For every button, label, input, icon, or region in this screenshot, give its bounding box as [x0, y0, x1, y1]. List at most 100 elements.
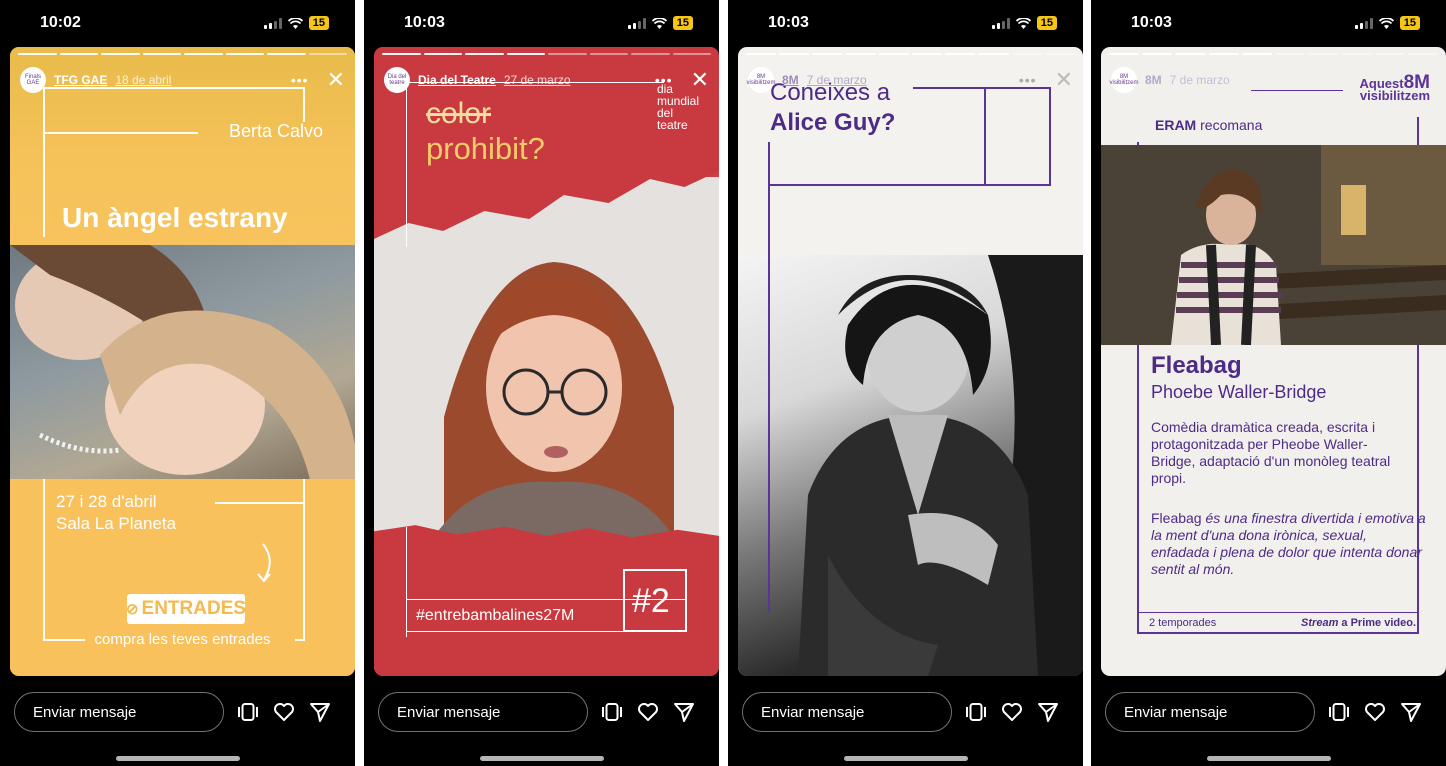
story-screen-3: 10:03 15 8M visibilitzem 8M 7 de marzo •… [728, 0, 1083, 766]
heart-icon[interactable] [272, 700, 296, 724]
heart-icon[interactable] [636, 700, 660, 724]
reply-input[interactable]: Enviar mensaje [14, 692, 224, 732]
send-icon[interactable] [1399, 700, 1423, 724]
frame-line [768, 142, 770, 612]
stream-word: Stream [1301, 617, 1339, 629]
avatar[interactable]: Dia del teatre [384, 67, 410, 93]
signal-icon [991, 17, 1010, 29]
reply-bar: Enviar mensaje [364, 690, 719, 734]
story-screen-2: 10:03 15 Dia del teatre Dia del Teatre 2… [364, 0, 719, 766]
fleabag-church-photo [1101, 145, 1446, 345]
live-icon[interactable] [236, 700, 260, 724]
send-icon[interactable] [1036, 700, 1060, 724]
close-icon[interactable]: ✕ [691, 69, 709, 91]
event-info: 27 i 28 d'abril Sala La Planeta [56, 491, 176, 535]
avatar[interactable]: 8M visibilitzem [1110, 67, 1139, 93]
story-photo [1101, 145, 1446, 345]
frame-line [406, 82, 407, 247]
recommender-name: ERAM [1155, 117, 1197, 133]
story-screen-4: 10:03 15 8M visibilitzem 8M 7 de marzo A… [1091, 0, 1446, 766]
frame-line [984, 87, 986, 185]
alice-guy-portrait [798, 255, 1083, 676]
question-line-2: Alice Guy? [770, 109, 896, 136]
clock: 10:03 [404, 14, 445, 31]
show-description: Comèdia dramàtica creada, escrita i prot… [1151, 419, 1391, 486]
tickets-link-sticker[interactable]: ⊘ ENTRADES [125, 594, 247, 624]
avatar[interactable]: 8M visibilitzem [747, 67, 776, 93]
live-icon[interactable] [1327, 700, 1351, 724]
frame-line [406, 527, 407, 637]
two-women-photo [10, 245, 355, 480]
progress-bar [746, 53, 1076, 55]
story-title: Un àngel estrany [62, 202, 288, 233]
more-options-icon[interactable]: ••• [1019, 72, 1037, 88]
send-icon[interactable] [308, 700, 332, 724]
username[interactable]: 8M [782, 73, 799, 87]
frame-line [1137, 632, 1419, 634]
recommender-verb: recomana [1200, 117, 1263, 133]
story-card[interactable]: Finals GAE TFG GAE 18 de abril ••• ✕ Ber… [10, 47, 355, 676]
reply-input[interactable]: Enviar mensaje [742, 692, 952, 732]
frame-line [215, 502, 305, 504]
progress-bar [18, 53, 347, 55]
frame-line [43, 479, 45, 641]
signal-icon [263, 17, 282, 29]
story-header: Finals GAE TFG GAE 18 de abril ••• ✕ [20, 67, 345, 93]
story-screen-1: 10:02 15 Finals GAE TFG GAE 18 de abril … [0, 0, 355, 766]
status-bar: 10:03 15 [364, 0, 719, 46]
avatar[interactable]: Finals GAE [20, 67, 46, 93]
frame-line [43, 87, 45, 237]
clock: 10:03 [1131, 14, 1172, 31]
heart-icon[interactable] [1363, 700, 1387, 724]
close-icon[interactable]: ✕ [327, 69, 345, 91]
show-author: Phoebe Waller-Bridge [1151, 382, 1327, 402]
wifi-icon [651, 17, 667, 29]
send-icon[interactable] [672, 700, 696, 724]
battery-indicator: 15 [308, 16, 329, 30]
story-photo [10, 245, 355, 480]
more-options-icon[interactable]: ••• [291, 72, 309, 88]
story-card[interactable]: Dia del teatre Dia del Teatre 27 de marz… [374, 47, 719, 676]
story-header: Dia del teatre Dia del Teatre 27 de marz… [384, 67, 709, 93]
frame-line [1049, 87, 1051, 185]
story-card[interactable]: 8M visibilitzem 8M 7 de marzo Aquest8M v… [1101, 47, 1446, 676]
story-title: prohibit? [426, 131, 545, 166]
frame-line [303, 479, 305, 641]
woman-with-glasses-photo [434, 262, 674, 537]
battery-indicator: 15 [1399, 16, 1420, 30]
signal-icon [627, 17, 646, 29]
wifi-icon [1378, 17, 1394, 29]
tickets-caption: compra les teves entrades [94, 631, 271, 648]
story-card[interactable]: 8M visibilitzem 8M 7 de marzo ••• ✕ Cone… [738, 47, 1083, 676]
episode-number: #2 [632, 582, 670, 620]
username[interactable]: Dia del Teatre [418, 73, 496, 87]
reply-bar: Enviar mensaje [728, 690, 1083, 734]
home-indicator [843, 756, 968, 761]
live-icon[interactable] [964, 700, 988, 724]
progress-bar [382, 53, 711, 55]
torn-paper-bg [374, 177, 719, 537]
post-date: 18 de abril [115, 73, 172, 87]
event-dates: 27 i 28 d'abril [56, 492, 157, 511]
close-icon[interactable]: ✕ [1055, 69, 1073, 91]
quote-prefix: Fleabag [1151, 510, 1202, 526]
stream-platform: a Prime video. [1341, 617, 1416, 629]
username[interactable]: 8M [1145, 73, 1162, 87]
home-indicator [115, 756, 240, 761]
heart-icon[interactable] [1000, 700, 1024, 724]
progress-bar [1109, 53, 1439, 55]
frame-line [43, 132, 198, 134]
link-icon: ⊘ [125, 601, 139, 618]
more-options-icon[interactable]: ••• [655, 72, 673, 88]
show-quote: Fleabag és una finestra divertida i emot… [1151, 510, 1426, 578]
story-header: 8M visibilitzem 8M 7 de marzo [1110, 67, 1436, 93]
reply-input[interactable]: Enviar mensaje [1105, 692, 1315, 732]
reply-bar: Enviar mensaje [0, 690, 355, 734]
post-date: 7 de marzo [1169, 73, 1230, 87]
tickets-label: ENTRADES [141, 598, 247, 619]
reply-input[interactable]: Enviar mensaje [378, 692, 588, 732]
username[interactable]: TFG GAE [54, 73, 107, 87]
live-icon[interactable] [600, 700, 624, 724]
hashtag[interactable]: #entrebambalines27M [416, 607, 574, 625]
wifi-icon [1015, 17, 1031, 29]
